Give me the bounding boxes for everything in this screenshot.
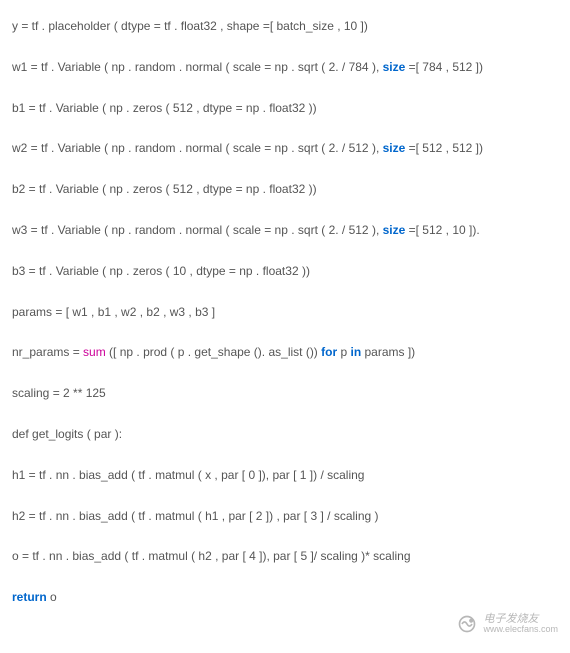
keyword-size: size <box>383 223 406 237</box>
code-text: def get_logits ( par ): <box>12 427 122 441</box>
code-line-14: o = tf . nn . bias_add ( tf . matmul ( h… <box>12 548 558 565</box>
keyword-for: for <box>321 345 337 359</box>
code-text: w3 = tf . Variable ( np . random . norma… <box>12 223 383 237</box>
code-text: =[ 784 , 512 ]) <box>405 60 483 74</box>
code-line-10: scaling = 2 ** 125 <box>12 385 558 402</box>
watermark-logo-icon <box>457 614 477 634</box>
code-line-11: def get_logits ( par ): <box>12 426 558 443</box>
code-text: p <box>337 345 350 359</box>
code-line-7: b3 = tf . Variable ( np . zeros ( 10 , d… <box>12 263 558 280</box>
code-text: h1 = tf . nn . bias_add ( tf . matmul ( … <box>12 468 364 482</box>
code-line-13: h2 = tf . nn . bias_add ( tf . matmul ( … <box>12 508 558 525</box>
watermark-url: www.elecfans.com <box>483 625 558 635</box>
code-text: =[ 512 , 512 ]) <box>405 141 483 155</box>
code-line-8: params = [ w1 , b1 , w2 , b2 , w3 , b3 ] <box>12 304 558 321</box>
code-line-2: w1 = tf . Variable ( np . random . norma… <box>12 59 558 76</box>
code-line-1: y = tf . placeholder ( dtype = tf . floa… <box>12 18 558 35</box>
code-text: scaling = 2 ** 125 <box>12 386 106 400</box>
code-text: params = [ w1 , b1 , w2 , b2 , w3 , b3 ] <box>12 305 215 319</box>
keyword-size: size <box>383 141 406 155</box>
code-text: b3 = tf . Variable ( np . zeros ( 10 , d… <box>12 264 310 278</box>
code-line-4: w2 = tf . Variable ( np . random . norma… <box>12 140 558 157</box>
keyword-size: size <box>383 60 406 74</box>
code-text: b2 = tf . Variable ( np . zeros ( 512 , … <box>12 182 317 196</box>
code-text: w1 = tf . Variable ( np . random . norma… <box>12 60 383 74</box>
code-text: ([ np . prod ( p . get_shape (). as_list… <box>106 345 321 359</box>
code-line-5: b2 = tf . Variable ( np . zeros ( 512 , … <box>12 181 558 198</box>
code-line-9: nr_params = sum ([ np . prod ( p . get_s… <box>12 344 558 361</box>
watermark-text: 电子发烧友 www.elecfans.com <box>483 613 558 635</box>
code-text: o = tf . nn . bias_add ( tf . matmul ( h… <box>12 549 411 563</box>
keyword-sum: sum <box>83 345 106 359</box>
code-text: nr_params = <box>12 345 83 359</box>
code-line-12: h1 = tf . nn . bias_add ( tf . matmul ( … <box>12 467 558 484</box>
watermark: 电子发烧友 www.elecfans.com <box>457 613 558 635</box>
code-text: params ]) <box>361 345 415 359</box>
code-text: =[ 512 , 10 ]). <box>405 223 479 237</box>
code-line-15: return o <box>12 589 558 606</box>
code-text: b1 = tf . Variable ( np . zeros ( 512 , … <box>12 101 317 115</box>
code-text: w2 = tf . Variable ( np . random . norma… <box>12 141 383 155</box>
code-line-3: b1 = tf . Variable ( np . zeros ( 512 , … <box>12 100 558 117</box>
code-text: o <box>47 590 57 604</box>
code-text: y = tf . placeholder ( dtype = tf . floa… <box>12 19 368 33</box>
keyword-in: in <box>350 345 361 359</box>
code-text: h2 = tf . nn . bias_add ( tf . matmul ( … <box>12 509 379 523</box>
keyword-return: return <box>12 590 47 604</box>
code-line-6: w3 = tf . Variable ( np . random . norma… <box>12 222 558 239</box>
